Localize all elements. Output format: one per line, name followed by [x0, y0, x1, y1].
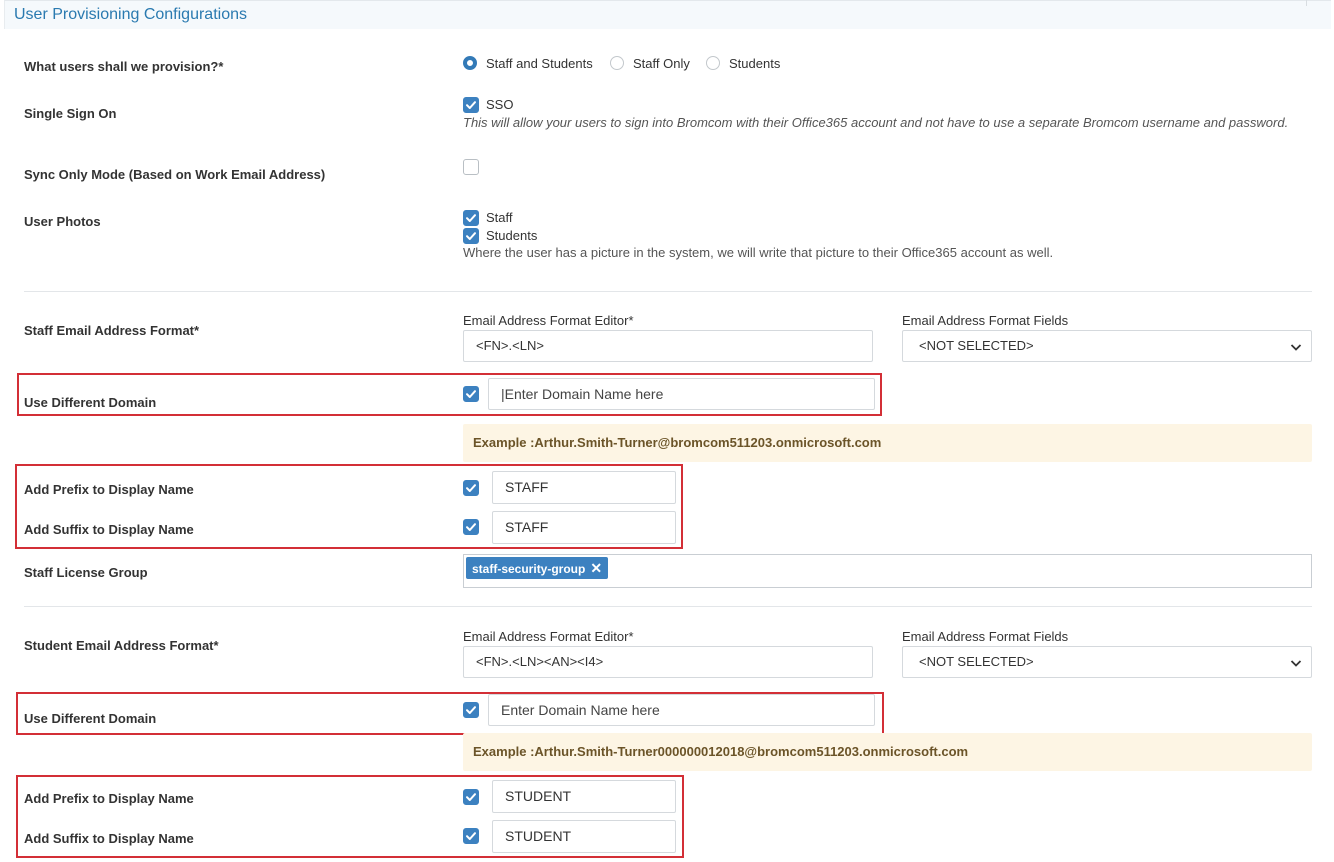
- check-icon: [466, 793, 476, 801]
- radio-staff-only-label[interactable]: Staff Only: [633, 56, 690, 71]
- staff-prefix-checkbox[interactable]: [463, 480, 479, 496]
- staff-email-format-label: Staff Email Address Format*: [24, 323, 200, 338]
- student-suffix-input[interactable]: STUDENT: [492, 820, 676, 853]
- check-icon: [466, 832, 476, 840]
- staff-suffix-checkbox[interactable]: [463, 519, 479, 535]
- radio-students-label[interactable]: Students: [729, 56, 780, 71]
- check-icon: [466, 214, 476, 222]
- photos-students-label[interactable]: Students: [486, 228, 537, 243]
- student-format-fields-select[interactable]: <NOT SELECTED>: [902, 646, 1312, 678]
- staff-format-fields-label: Email Address Format Fields: [902, 313, 1069, 328]
- provision-label: What users shall we provision?*: [24, 59, 224, 74]
- staff-email-example: Example :Arthur.Smith-Turner@bromcom5112…: [463, 424, 1312, 462]
- sso-label: Single Sign On: [24, 106, 117, 121]
- radio-students[interactable]: [706, 56, 720, 70]
- student-format-fields-value: <NOT SELECTED>: [919, 654, 1034, 669]
- student-email-example: Example :Arthur.Smith-Turner000000012018…: [463, 733, 1312, 771]
- chevron-down-icon: [1290, 344, 1302, 351]
- sso-checkbox-label[interactable]: SSO: [486, 97, 513, 112]
- check-icon: [466, 390, 476, 398]
- staff-suffix-label: Add Suffix to Display Name: [24, 522, 194, 537]
- staff-suffix-input[interactable]: STAFF: [492, 511, 676, 544]
- staff-prefix-input[interactable]: STAFF: [492, 471, 676, 504]
- sync-only-label: Sync Only Mode (Based on Work Email Addr…: [24, 167, 326, 182]
- user-photos-label: User Photos: [24, 214, 101, 229]
- check-icon: [466, 101, 476, 109]
- check-icon: [466, 232, 476, 240]
- photos-help-text: Where the user has a picture in the syst…: [463, 245, 1054, 260]
- student-domain-checkbox[interactable]: [463, 702, 479, 718]
- staff-domain-label: Use Different Domain: [24, 395, 157, 410]
- sync-only-checkbox[interactable]: [463, 159, 479, 175]
- staff-license-tag-field[interactable]: staff-security-group ✕: [463, 554, 1312, 588]
- student-domain-label: Use Different Domain: [24, 711, 157, 726]
- staff-format-editor-input[interactable]: <FN>.<LN>: [463, 330, 873, 362]
- staff-format-fields-select[interactable]: <NOT SELECTED>: [902, 330, 1312, 362]
- divider: [24, 291, 1312, 292]
- remove-tag-icon[interactable]: ✕: [590, 560, 602, 576]
- radio-staff-and-students-label[interactable]: Staff and Students: [486, 56, 593, 71]
- student-format-editor-label: Email Address Format Editor*: [463, 629, 634, 644]
- staff-license-label: Staff License Group: [24, 565, 148, 580]
- sso-help-text: This will allow your users to sign into …: [463, 115, 1289, 130]
- staff-domain-input[interactable]: |Enter Domain Name here: [488, 378, 875, 410]
- sso-checkbox[interactable]: [463, 97, 479, 113]
- radio-staff-only[interactable]: [610, 56, 624, 70]
- staff-prefix-label: Add Prefix to Display Name: [24, 482, 194, 497]
- check-icon: [466, 706, 476, 714]
- radio-staff-and-students[interactable]: [463, 56, 477, 70]
- section-title: User Provisioning Configurations: [14, 6, 247, 23]
- check-icon: [466, 484, 476, 492]
- student-format-fields-label: Email Address Format Fields: [902, 629, 1069, 644]
- photos-staff-label[interactable]: Staff: [486, 210, 513, 225]
- student-prefix-checkbox[interactable]: [463, 789, 479, 805]
- student-prefix-input[interactable]: STUDENT: [492, 780, 676, 813]
- student-domain-input[interactable]: Enter Domain Name here: [488, 694, 875, 726]
- license-tag: staff-security-group ✕: [466, 557, 609, 579]
- photos-students-checkbox[interactable]: [463, 228, 479, 244]
- student-suffix-checkbox[interactable]: [463, 828, 479, 844]
- header-divider: [1306, 0, 1307, 6]
- staff-format-editor-label: Email Address Format Editor*: [463, 313, 634, 328]
- photos-staff-checkbox[interactable]: [463, 210, 479, 226]
- divider: [24, 606, 1312, 607]
- chevron-down-icon: [1290, 660, 1302, 667]
- student-email-format-label: Student Email Address Format*: [24, 638, 219, 653]
- student-prefix-label: Add Prefix to Display Name: [24, 791, 194, 806]
- license-tag-label: staff-security-group: [472, 562, 586, 576]
- check-icon: [466, 523, 476, 531]
- staff-format-fields-value: <NOT SELECTED>: [919, 338, 1034, 353]
- student-format-editor-input[interactable]: <FN>.<LN><AN><I4>: [463, 646, 873, 678]
- staff-domain-checkbox[interactable]: [463, 386, 479, 402]
- student-suffix-label: Add Suffix to Display Name: [24, 831, 194, 846]
